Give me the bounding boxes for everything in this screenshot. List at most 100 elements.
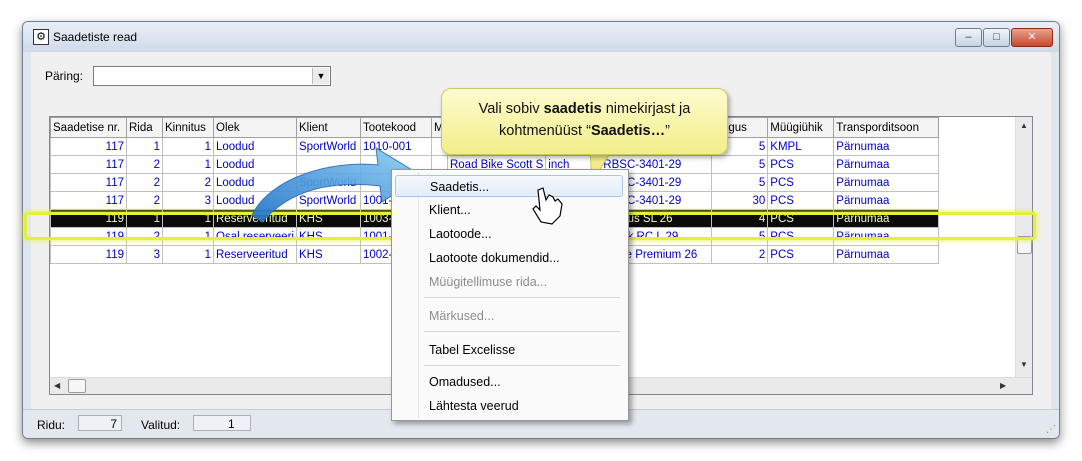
table-cell: PCS <box>767 227 835 246</box>
table-cell: Pärnumaa <box>833 209 940 228</box>
menu-item-laotoode[interactable]: Laotoode... <box>395 223 623 245</box>
table-cell: Pärnumaa <box>833 155 940 174</box>
app-gear-icon: ⚙ <box>33 29 49 45</box>
table-cell: Loodud <box>213 137 297 156</box>
column-header[interactable]: Transporditsoon <box>833 117 940 138</box>
minimize-button[interactable]: – <box>955 28 982 47</box>
callout-line-2: kohtmenüüst “Saadetis…” <box>499 123 670 139</box>
table-cell: 1010-001 <box>359 137 432 156</box>
column-header[interactable]: Klient <box>295 117 361 138</box>
maximize-button[interactable]: □ <box>983 28 1010 47</box>
table-cell: 119 <box>50 245 127 264</box>
vertical-scrollbar[interactable]: ▲ ▼ <box>1015 117 1032 394</box>
horizontal-scroll-thumb[interactable] <box>68 379 86 393</box>
table-cell: 5 <box>711 155 769 174</box>
table-cell: Pärnumaa <box>833 227 940 246</box>
selected-count-value: 1 <box>193 415 251 431</box>
table-cell: PCS <box>767 209 835 228</box>
table-cell: KMPL <box>767 137 835 156</box>
table-cell: Pärnumaa <box>833 173 940 192</box>
table-cell: KHS <box>295 227 361 246</box>
table-cell: 1 <box>126 137 163 156</box>
table-cell: 119 <box>50 209 127 228</box>
close-button[interactable]: ✕ <box>1011 28 1053 47</box>
column-header[interactable]: Olek <box>213 117 297 138</box>
selected-count-label: Valitud: <box>141 418 181 432</box>
table-cell: KHS <box>295 209 361 228</box>
table-cell: 1 <box>126 209 163 228</box>
menu-item-lahtesta-veerud[interactable]: Lähtesta veerud <box>395 395 623 417</box>
table-cell: 2 <box>126 155 163 174</box>
menu-separator <box>424 365 620 366</box>
scroll-right-icon[interactable]: ▶ <box>1000 381 1006 390</box>
table-cell: 117 <box>50 191 127 210</box>
table-cell: 117 <box>50 137 127 156</box>
table-cell: Loodud <box>213 173 297 192</box>
column-header[interactable]: Kinnitus <box>162 117 214 138</box>
table-cell: 2 <box>126 191 163 210</box>
table-cell <box>295 155 361 174</box>
callout-line-1: Vali sobiv saadetis nimekirjast ja <box>478 101 691 117</box>
window-title: Saadetiste read <box>53 30 138 44</box>
table-cell: 117 <box>50 155 127 174</box>
table-cell: Pärnumaa <box>833 191 940 210</box>
scroll-left-icon[interactable]: ◀ <box>54 381 60 390</box>
table-cell: 1 <box>162 137 214 156</box>
menu-item-markused: Märkused... <box>429 309 495 323</box>
table-cell: 1 <box>162 227 214 246</box>
table-cell: SportWorld <box>295 137 361 156</box>
title-bar[interactable]: ⚙ Saadetiste read – □ ✕ <box>23 22 1059 52</box>
scroll-down-icon[interactable]: ▼ <box>1020 360 1028 369</box>
table-cell: 4 <box>711 209 769 228</box>
menu-item-klient[interactable]: Klient... <box>395 199 623 221</box>
menu-item-laotoote-dokumendid[interactable]: Laotoote dokumendid... <box>395 247 623 269</box>
column-header[interactable]: Müügiühik <box>767 117 835 138</box>
column-header[interactable]: Tootekood <box>359 117 432 138</box>
table-cell: 2 <box>711 245 769 264</box>
column-header[interactable]: Saadetise nr. <box>50 117 127 138</box>
menu-separator <box>424 297 620 298</box>
table-cell: 2 <box>126 173 163 192</box>
menu-separator <box>424 331 620 332</box>
table-cell: Pärnumaa <box>833 245 940 264</box>
menu-item-saadetis[interactable]: Saadetis... <box>395 175 623 197</box>
table-cell: PCS <box>767 155 835 174</box>
table-cell: Reserveeritud <box>213 209 297 228</box>
menu-item-myygitellimuse-rida: Müügitellimuse rida... <box>429 275 548 289</box>
table-cell: 2 <box>126 227 163 246</box>
vertical-scroll-thumb[interactable] <box>1017 236 1032 254</box>
table-cell: KHS <box>295 245 361 264</box>
scroll-up-icon[interactable]: ▲ <box>1020 121 1028 130</box>
context-menu: Saadetis... Klient... Laotoode... Laotoo… <box>391 169 629 421</box>
table-cell: 5 <box>711 173 769 192</box>
table-cell: Reserveeritud <box>213 245 297 264</box>
table-cell: 1 <box>162 155 214 174</box>
query-label: Päring: <box>45 69 84 83</box>
rows-count-label: Ridu: <box>37 418 66 432</box>
table-cell: 30 <box>711 191 769 210</box>
table-cell: 3 <box>162 191 214 210</box>
table-cell: 3 <box>126 245 163 264</box>
table-cell: Loodud <box>213 155 297 174</box>
menu-item-tabel-excelisse[interactable]: Tabel Excelisse <box>395 339 623 361</box>
table-cell: 5 <box>711 227 769 246</box>
table-cell: Loodud <box>213 191 297 210</box>
table-cell: Pärnumaa <box>833 137 940 156</box>
table-cell: PCS <box>767 245 835 264</box>
table-cell: SportWorld <box>295 191 361 210</box>
rows-count-value: 7 <box>78 415 122 431</box>
query-dropdown[interactable]: ▼ <box>93 66 331 86</box>
table-cell: 119 <box>50 227 127 246</box>
column-header[interactable]: Rida <box>126 117 163 138</box>
instruction-callout: Vali sobiv saadetis nimekirjast ja kohtm… <box>441 88 728 155</box>
table-cell: PCS <box>767 191 835 210</box>
chevron-down-icon[interactable]: ▼ <box>312 68 329 84</box>
table-cell: SportWorld <box>295 173 361 192</box>
resize-grip-icon[interactable]: ⋰ <box>1046 424 1056 435</box>
table-cell: 1 <box>162 245 214 264</box>
table-cell: 2 <box>162 173 214 192</box>
table-cell: 1 <box>162 209 214 228</box>
table-cell: Osal.reserveeri <box>213 227 297 246</box>
menu-item-omadused[interactable]: Omadused... <box>395 371 623 393</box>
table-cell: 117 <box>50 173 127 192</box>
